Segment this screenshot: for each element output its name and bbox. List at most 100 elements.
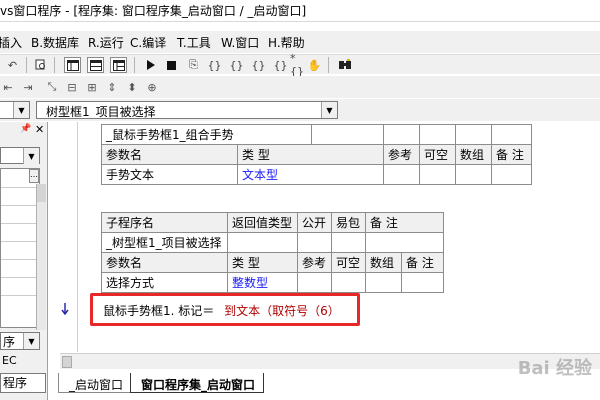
param-name-cell[interactable]: 手势文本 xyxy=(101,164,238,185)
tab-label: 窗口程序集_启动窗口 xyxy=(141,378,256,392)
layout-window-icon[interactable] xyxy=(64,57,81,73)
row-divider xyxy=(1,259,39,260)
empty-cell[interactable] xyxy=(491,124,532,145)
current-line-arrow-icon xyxy=(61,303,69,315)
breakpoint-icon[interactable]: {} xyxy=(272,57,289,73)
col-header: 返回值类型 xyxy=(227,212,298,233)
object-selector[interactable]: ▼ xyxy=(0,101,30,119)
side-panel: 📌 ✕ ▼ … 序 ▼ EC 程序 xyxy=(0,122,48,400)
var-icon[interactable]: *{} xyxy=(289,52,306,78)
panel-combo-label: 序 xyxy=(3,335,16,349)
menu-item-compile[interactable]: C.编译 xyxy=(130,34,166,51)
empty-cell[interactable] xyxy=(383,164,420,185)
menu-item-database[interactable]: B.数据库 xyxy=(31,34,79,51)
undo-icon[interactable]: ↶ xyxy=(4,57,21,73)
col-header: 可空 xyxy=(419,144,456,165)
run-to-cursor-icon[interactable]: {} xyxy=(250,57,267,73)
layout-grid-icon[interactable] xyxy=(110,57,127,73)
param-type-cell[interactable]: 文本型 xyxy=(237,164,384,185)
chevron-down-icon[interactable]: ▼ xyxy=(23,148,39,164)
scroll-up-arrow-icon[interactable] xyxy=(37,184,46,202)
step-out-icon[interactable]: {} xyxy=(228,57,245,73)
toolbar-separator xyxy=(328,57,329,73)
empty-cell[interactable] xyxy=(491,164,532,185)
panel-scrollbar[interactable] xyxy=(36,184,46,330)
empty-cell[interactable] xyxy=(311,124,384,145)
empty-cell[interactable] xyxy=(365,272,402,293)
empty-cell[interactable] xyxy=(331,272,366,293)
panel-label: EC xyxy=(2,354,17,367)
panel-tab-program[interactable]: 程序 xyxy=(0,373,46,393)
tab-label: _启动窗口 xyxy=(69,378,124,392)
chevron-down-icon[interactable]: ▼ xyxy=(321,102,337,118)
step-into-icon[interactable]: ⎘ xyxy=(185,57,202,73)
sub-name-cell[interactable]: _树型框1_项目被选择 xyxy=(101,232,228,253)
empty-cell[interactable] xyxy=(455,164,492,185)
panel-selector[interactable]: ▼ xyxy=(0,147,40,164)
main-toolbar: ↶ ⎘ {} {} {} {} *{} ✋ xyxy=(0,52,600,78)
empty-cell[interactable] xyxy=(331,232,366,253)
empty-cell[interactable] xyxy=(419,164,456,185)
menu-item-tools[interactable]: T.工具 xyxy=(177,34,211,51)
empty-cell[interactable] xyxy=(419,124,456,145)
menu-item-window[interactable]: W.窗口 xyxy=(221,34,259,51)
find-icon[interactable] xyxy=(32,57,49,73)
empty-cell[interactable] xyxy=(383,124,420,145)
editor-gutter xyxy=(53,122,78,352)
vertical-icon[interactable]: ⬍ xyxy=(124,79,140,95)
col-header: 参考 xyxy=(383,144,420,165)
menu-item-insert[interactable]: 插入 xyxy=(0,34,22,51)
event-selector[interactable]: _树型框1_项目被选择 ▼ xyxy=(36,101,338,119)
event-selector-value: _树型框1_项目被选择 xyxy=(40,105,156,119)
menu-item-help[interactable]: H.帮助 xyxy=(268,34,305,51)
col-header: 数组 xyxy=(455,144,492,165)
outdent-icon[interactable]: ⇤ xyxy=(0,79,16,95)
param-type-cell[interactable]: 整数型 xyxy=(227,272,298,293)
col-header: 数组 xyxy=(365,252,402,273)
pin-icon[interactable]: 📌 xyxy=(20,124,31,134)
row-divider xyxy=(1,295,39,296)
hand-icon[interactable]: ✋ xyxy=(306,57,323,73)
col-header: 备 注 xyxy=(401,252,444,273)
run-icon[interactable] xyxy=(142,57,159,73)
selector-row: ▼ _树型框1_项目被选择 ▼ xyxy=(0,99,600,121)
panel-combo[interactable]: 序 ▼ xyxy=(0,332,40,350)
chevron-down-icon[interactable]: ▼ xyxy=(23,333,39,349)
step-over-icon[interactable]: {} xyxy=(206,57,223,73)
empty-cell[interactable] xyxy=(297,272,332,293)
menu-bar: 插入 B.数据库 R.运行 C.编译 T.工具 W.窗口 H.帮助 xyxy=(0,31,600,53)
menu-item-run[interactable]: R.运行 xyxy=(88,34,124,51)
col-header: 备 注 xyxy=(491,144,532,165)
column-icon[interactable]: ⊞ xyxy=(84,79,100,95)
chevron-down-icon[interactable]: ▼ xyxy=(13,102,29,118)
empty-cell[interactable] xyxy=(401,272,444,293)
tab-startup-window[interactable]: _启动窗口 xyxy=(58,373,133,393)
col-header: 子程序名 xyxy=(101,212,228,233)
expand-icon[interactable]: ⤡ xyxy=(44,79,60,95)
split-icon[interactable]: ⇕ xyxy=(104,79,120,95)
row-divider xyxy=(1,205,39,206)
return-type-cell[interactable] xyxy=(227,232,298,253)
tab-program-set[interactable]: 窗口程序集_启动窗口 xyxy=(130,373,265,393)
sub-name-cell[interactable]: _鼠标手势框1_组合手势 xyxy=(101,124,312,145)
toolbar-separator xyxy=(26,57,27,73)
window-title-bar: vs窗口程序 - [程序集: 窗口程序集_启动窗口 / _启动窗口] xyxy=(0,0,600,22)
empty-cell[interactable] xyxy=(455,124,492,145)
empty-cell[interactable] xyxy=(297,232,332,253)
property-list[interactable]: … xyxy=(0,168,40,328)
indent-icon[interactable]: ⇥ xyxy=(20,79,36,95)
binoculars-icon[interactable] xyxy=(336,57,353,73)
ellipsis-button[interactable]: … xyxy=(29,169,39,183)
align-icon[interactable]: ⊟ xyxy=(64,79,80,95)
scroll-left-arrow-icon[interactable] xyxy=(62,356,72,368)
layout-split-icon[interactable] xyxy=(87,57,104,73)
col-header: 类 型 xyxy=(237,144,384,165)
col-header: 可空 xyxy=(331,252,366,273)
col-header: 参考 xyxy=(297,252,332,273)
param-name-cell[interactable]: 选择方式 xyxy=(101,272,228,293)
row-divider xyxy=(1,223,39,224)
grid-icon[interactable]: ⊕ xyxy=(144,79,160,95)
stop-icon[interactable] xyxy=(163,57,180,73)
close-icon[interactable]: ✕ xyxy=(35,123,44,136)
empty-cell[interactable] xyxy=(365,232,444,253)
